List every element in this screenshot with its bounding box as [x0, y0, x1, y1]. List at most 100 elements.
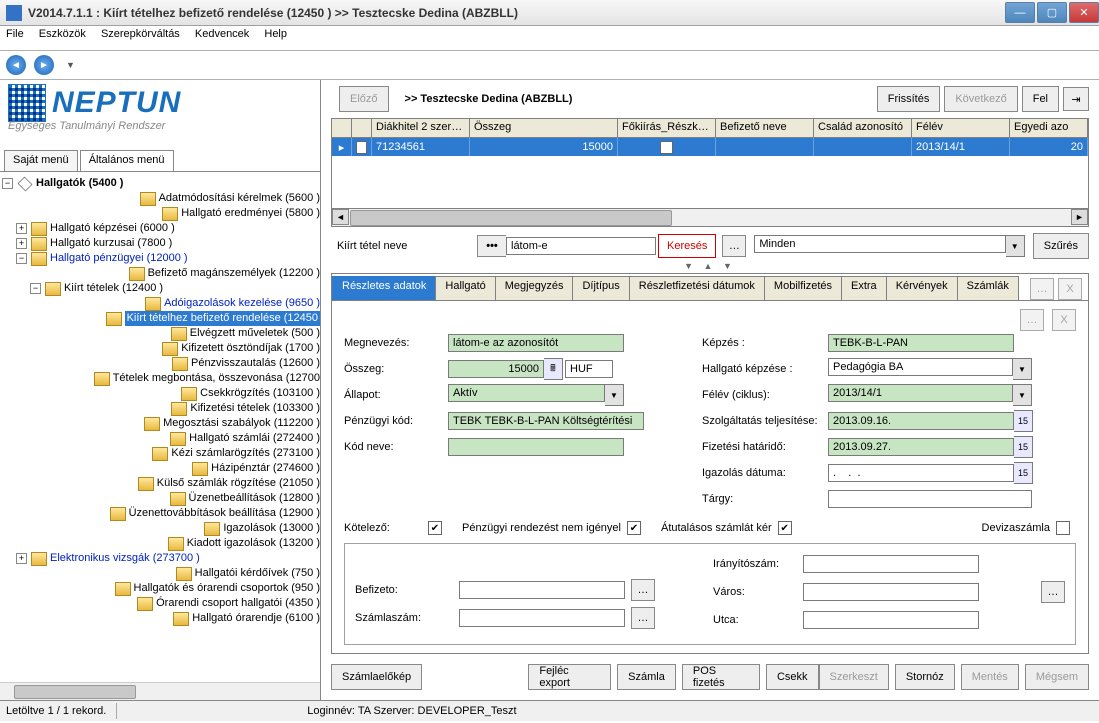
scroll-right-icon[interactable]: ►	[1071, 209, 1088, 225]
data-grid[interactable]: Diákhitel 2 szerző… Összeg Főkiírás_Rész…	[331, 118, 1089, 227]
tree-item[interactable]: Befizető magánszemélyek (12200 )	[148, 266, 320, 281]
tab-kervenyek[interactable]: Kérvények	[886, 276, 958, 300]
check-kotelezo[interactable]: ✔	[428, 521, 442, 535]
tree-item[interactable]: Hallgatói kérdőívek (750 )	[195, 566, 320, 581]
tree-root[interactable]: Hallgatók (5400 )	[36, 176, 123, 191]
calc-icon[interactable]: 🖩	[544, 358, 563, 380]
tree-item[interactable]: Kiadott igazolások (13200 )	[187, 536, 320, 551]
col-egyedi[interactable]: Egyedi azo	[1010, 119, 1088, 137]
menu-eszkozok[interactable]: Eszközök	[39, 28, 86, 40]
menu-file[interactable]: File	[6, 28, 24, 40]
tab-reszletes[interactable]: Részletes adatok	[332, 276, 436, 300]
search-more-button[interactable]: …	[722, 235, 746, 257]
nav-dropdown-icon[interactable]: ▼	[66, 60, 75, 70]
szerkeszt-button[interactable]: Szerkeszt	[819, 664, 889, 690]
tree-item[interactable]: Kifizetési tételek (103300 )	[190, 401, 320, 416]
calendar-icon[interactable]: 15	[1014, 462, 1033, 484]
tree-item[interactable]: Külső számlák rögzítése (21050 )	[157, 476, 320, 491]
input-szolg[interactable]	[828, 412, 1014, 430]
tree-toggle[interactable]: −	[30, 283, 41, 294]
kereses-button[interactable]: Keresés	[658, 234, 716, 258]
tree-item[interactable]: Házipénztár (274600 )	[211, 461, 320, 476]
input-targy[interactable]	[828, 490, 1032, 508]
input-kepzes[interactable]	[828, 334, 1014, 352]
input-megnevezes[interactable]	[448, 334, 624, 352]
tree-toggle[interactable]: −	[2, 178, 13, 189]
tree-item[interactable]: Elvégzett műveletek (500 )	[190, 326, 320, 341]
mentes-button[interactable]: Mentés	[961, 664, 1019, 690]
tree-item[interactable]: Adóigazolások kezelése (9650 )	[164, 296, 320, 311]
elozo-button[interactable]: Előző	[339, 86, 389, 112]
tab-mobil[interactable]: Mobilfizetés	[764, 276, 842, 300]
tree-item[interactable]: Üzenettovábbítások beállítása (12900 )	[129, 506, 320, 521]
input-osszeg[interactable]	[448, 360, 544, 378]
link-x-button[interactable]: X	[1052, 309, 1076, 331]
tab-dijtipus[interactable]: Díjtípus	[572, 276, 629, 300]
combo-allapot[interactable]	[448, 384, 605, 402]
combo-hallgkepz[interactable]	[828, 358, 1013, 376]
tree-item[interactable]: Adatmódosítási kérelmek (5600 )	[159, 191, 320, 206]
table-row[interactable]: ▸ 71234561 15000 ✔ 2013/14/1 20	[332, 138, 1088, 156]
csekk-button[interactable]: Csekk	[766, 664, 819, 690]
tree-item[interactable]: Kézi számlarögzítés (273100 )	[171, 446, 320, 461]
input-fizhat[interactable]	[828, 438, 1014, 456]
row-checkbox[interactable]	[356, 141, 367, 154]
close-button[interactable]: ✕	[1069, 2, 1099, 23]
input-currency[interactable]	[565, 360, 613, 378]
field-picker-button[interactable]: •••	[477, 235, 506, 257]
megsem-button[interactable]: Mégsem	[1025, 664, 1089, 690]
chevron-down-icon[interactable]: ▼	[605, 384, 624, 406]
calendar-icon[interactable]: 15	[1014, 436, 1033, 458]
input-igazdat[interactable]	[828, 464, 1014, 482]
tab-sajat-menu[interactable]: Saját menü	[4, 150, 78, 171]
chevron-down-icon[interactable]: ▼	[1013, 358, 1032, 380]
input-iranyito[interactable]	[803, 555, 979, 573]
col-diakhitel[interactable]: Diákhitel 2 szerző…	[372, 119, 470, 137]
tree-toggle[interactable]: +	[16, 223, 27, 234]
scroll-left-icon[interactable]: ◄	[332, 209, 349, 225]
fejlec-export-button[interactable]: Fejléc export	[528, 664, 611, 690]
tree-item[interactable]: Tételek megbontása, összevonása (12700	[113, 371, 320, 386]
tab-hallgato[interactable]: Hallgató	[435, 276, 495, 300]
check-penzrend[interactable]: ✔	[627, 521, 641, 535]
tree-item[interactable]: Megosztási szabályok (112200 )	[163, 416, 320, 431]
tree-item[interactable]: Kifizetett ösztöndíjak (1700 )	[181, 341, 320, 356]
input-varos[interactable]	[803, 583, 979, 601]
input-utca[interactable]	[803, 611, 979, 629]
szures-button[interactable]: Szűrés	[1033, 233, 1089, 259]
tree-item[interactable]: Pénzvisszautalás (12600 )	[191, 356, 320, 371]
tree-item[interactable]: Hallgató számlái (272400 )	[189, 431, 320, 446]
tree-item[interactable]: Csekkrögzítés (103100 )	[200, 386, 320, 401]
tab-szamlak[interactable]: Számlák	[957, 276, 1019, 300]
tree-item[interactable]: Hallgató eredményei (5800 )	[181, 206, 320, 221]
input-penzkod[interactable]	[448, 412, 644, 430]
grid-scrollbar[interactable]: ◄ ►	[332, 208, 1088, 226]
tree-item[interactable]: Elektronikus vizsgák (273700 )	[50, 551, 200, 566]
pin-icon[interactable]: ⇥	[1063, 87, 1089, 111]
check-atutalasos[interactable]: ✔	[778, 521, 792, 535]
frissites-button[interactable]: Frissítés	[877, 86, 941, 112]
tree-item[interactable]: Hallgató pénzügyei (12000 )	[50, 251, 188, 266]
panel-close-button[interactable]: X	[1058, 278, 1082, 300]
chevron-down-icon[interactable]: ▼	[1006, 235, 1025, 257]
tree-item[interactable]: Hallgató órarendje (6100 )	[192, 611, 320, 626]
left-scrollbar[interactable]	[0, 682, 320, 700]
filter-combo[interactable]	[754, 235, 1005, 253]
search-input[interactable]	[506, 237, 656, 255]
tab-extra[interactable]: Extra	[841, 276, 887, 300]
stornoz-button[interactable]: Stornóz	[895, 664, 955, 690]
separator-handle[interactable]: ▼ ▲ ▼	[321, 261, 1099, 271]
minimize-button[interactable]: —	[1005, 2, 1035, 23]
chevron-down-icon[interactable]: ▼	[1013, 384, 1032, 406]
kovetkezo-button[interactable]: Következő	[944, 86, 1017, 112]
input-kodneve[interactable]	[448, 438, 624, 456]
menu-szerepkorvaltas[interactable]: Szerepkörváltás	[101, 28, 180, 40]
tree-item[interactable]: Igazolások (13000 )	[223, 521, 320, 536]
tree-toggle[interactable]: +	[16, 238, 27, 249]
col-fokiiras[interactable]: Főkiírás_Részkiírás	[618, 119, 716, 137]
tree-toggle[interactable]: +	[16, 553, 27, 564]
tree-item[interactable]: Üzenetbeállítások (12800 )	[189, 491, 320, 506]
nav-back-button[interactable]: ◄	[6, 55, 26, 75]
maximize-button[interactable]: ▢	[1037, 2, 1067, 23]
nav-forward-button[interactable]: ►	[34, 55, 54, 75]
